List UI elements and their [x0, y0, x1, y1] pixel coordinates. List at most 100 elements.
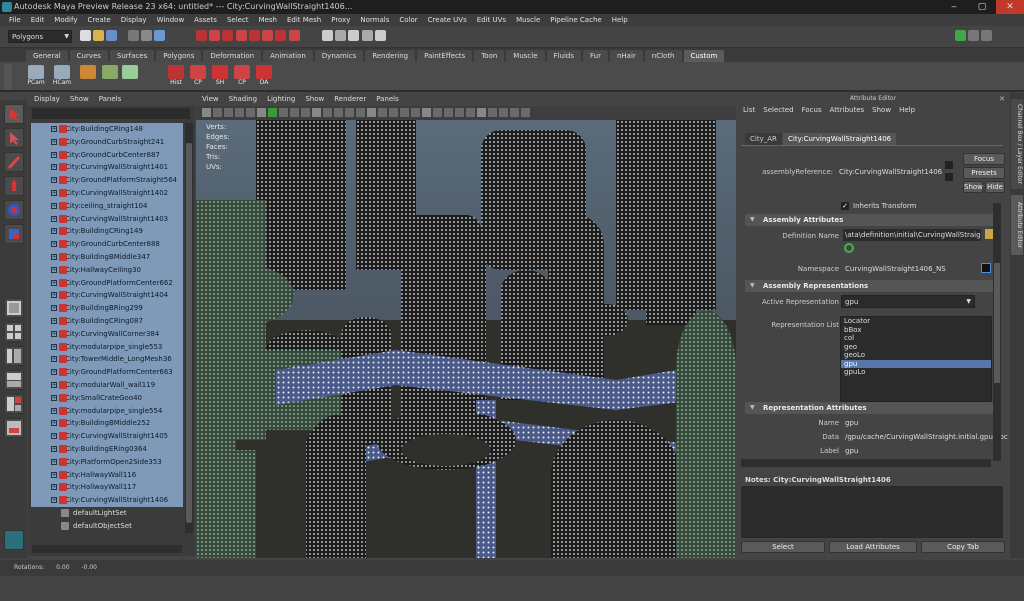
assembly-ref-field[interactable]: City:CurvingWallStraight1406: [839, 168, 942, 176]
rotate-tool-icon[interactable]: [4, 200, 24, 220]
outliner-row[interactable]: + City:HallwayWall116: [31, 468, 183, 482]
namespace-field[interactable]: CurvingWallStraight1406_NS: [845, 265, 946, 273]
expand-plus-icon[interactable]: +: [51, 279, 57, 286]
mask-rendering-icon[interactable]: [275, 30, 287, 41]
outliner-row[interactable]: + City:HallwayCeiling30: [31, 263, 183, 277]
rep-label-field[interactable]: gpu: [845, 447, 858, 455]
ae-menu-item[interactable]: List: [743, 104, 755, 117]
menu-item[interactable]: Help: [607, 14, 633, 26]
snap-plane-icon[interactable]: [361, 30, 373, 41]
rep-data-field[interactable]: /gpu/cache/CurvingWallStraight.initial.g…: [845, 433, 1008, 441]
ae-menu-item[interactable]: Selected: [763, 104, 793, 117]
outliner-row[interactable]: + City:CurvingWallStraight1401: [31, 161, 183, 175]
viewport-tool-icon[interactable]: [488, 108, 497, 117]
viewport-tool-icon[interactable]: [400, 108, 409, 117]
expand-plus-icon[interactable]: +: [51, 164, 57, 171]
expand-plus-icon[interactable]: +: [51, 215, 57, 222]
shelf-button[interactable]: SH: [210, 65, 230, 89]
menu-item[interactable]: Display: [116, 14, 152, 26]
viewport-tool-icon[interactable]: [499, 108, 508, 117]
menu-item[interactable]: Edit Mesh: [282, 14, 326, 26]
viewport-tool-icon[interactable]: [301, 108, 310, 117]
layout-hypershade-icon[interactable]: [4, 394, 24, 414]
expand-plus-icon[interactable]: +: [51, 292, 57, 299]
select-component-icon[interactable]: [154, 30, 166, 41]
shelf-button[interactable]: [78, 65, 98, 89]
expand-plus-icon[interactable]: +: [51, 407, 57, 414]
expand-plus-icon[interactable]: +: [51, 356, 57, 363]
menu-item[interactable]: Create: [82, 14, 115, 26]
layout-single-icon[interactable]: [4, 298, 24, 318]
shelf-button[interactable]: PCam: [26, 65, 46, 89]
shelf-tab[interactable]: nCloth: [644, 50, 682, 62]
expand-plus-icon[interactable]: +: [51, 343, 57, 350]
expand-plus-icon[interactable]: +: [51, 433, 57, 440]
menu-item[interactable]: Muscle: [511, 14, 545, 26]
shelf-tab[interactable]: Curves: [69, 50, 108, 62]
outliner-row[interactable]: + City:BuildingBMiddle252: [31, 417, 183, 431]
assembly-attributes-section[interactable]: Assembly Attributes: [745, 214, 995, 226]
outliner-row[interactable]: + City:CurvingWallCorner384: [31, 327, 183, 341]
expand-plus-icon[interactable]: +: [51, 381, 57, 388]
outliner-row[interactable]: + City:modularWall_wall119: [31, 378, 183, 392]
paint-select-tool-icon[interactable]: [4, 152, 24, 172]
ae-menu-item[interactable]: Show: [872, 104, 891, 117]
active-rep-dropdown[interactable]: gpu ▼: [841, 295, 975, 308]
snap-grid-icon[interactable]: [322, 30, 333, 41]
viewport-menu-item[interactable]: Renderer: [334, 93, 366, 106]
outliner-row[interactable]: + City:GroundPlatformStraight564: [31, 174, 183, 187]
viewport-tool-icon[interactable]: [466, 108, 475, 117]
outliner-row[interactable]: + City:BuildingCRing087: [31, 314, 183, 328]
shelf-tab[interactable]: Surfaces: [109, 50, 155, 62]
menu-item[interactable]: Window: [152, 14, 190, 26]
mask-deformations-icon[interactable]: [248, 30, 260, 41]
outliner-filter-field[interactable]: [32, 108, 190, 119]
mask-dynamics-icon[interactable]: [262, 30, 274, 41]
representation-list[interactable]: Locator bBox col geo geoLo gpu gpuLo: [840, 316, 992, 402]
shelf-tab[interactable]: PaintEffects: [417, 50, 473, 62]
expand-plus-icon[interactable]: +: [51, 266, 57, 273]
expand-plus-icon[interactable]: +: [51, 369, 57, 376]
representation-item[interactable]: gpuLo: [841, 368, 991, 377]
outliner-row[interactable]: + City:GroundCurbCenter887: [31, 148, 183, 162]
outliner-row[interactable]: + City:BuildingBRing299: [31, 302, 183, 315]
viewport-tool-icon[interactable]: [389, 108, 398, 117]
city-scene-3d-view[interactable]: Verts: Edges: Faces: Tris: UVs:: [196, 120, 736, 558]
outliner-set-row[interactable]: defaultLightSet: [31, 507, 183, 520]
viewport-menu-item[interactable]: Shading: [229, 93, 257, 106]
shelf-tab[interactable]: Custom: [683, 50, 725, 62]
expand-plus-icon[interactable]: +: [51, 241, 57, 248]
shelf-options-handle[interactable]: [4, 64, 12, 90]
outliner-row[interactable]: + City:BuildingERing0364: [31, 442, 183, 456]
representation-item[interactable]: gpu: [841, 359, 991, 368]
select-tool-icon[interactable]: [4, 104, 24, 124]
open-scene-icon[interactable]: [93, 30, 105, 41]
shelf-tab[interactable]: General: [26, 50, 68, 62]
mask-curves-icon[interactable]: [222, 30, 234, 41]
ae-scroll-thumb[interactable]: [994, 263, 1000, 383]
outliner-menu-item[interactable]: Show: [70, 93, 89, 106]
layout-persp-graph-icon[interactable]: [4, 370, 24, 390]
reload-icon[interactable]: [844, 243, 854, 253]
perspective-viewport[interactable]: View Shading Lighting Show Renderer Panels: [196, 93, 736, 558]
menu-set-selector[interactable]: Polygons ▼: [8, 30, 72, 43]
viewport-tool-icon[interactable]: [367, 108, 376, 117]
menu-item[interactable]: Normals: [355, 14, 394, 26]
show-button[interactable]: Show: [963, 181, 983, 193]
outliner-row[interactable]: + City:CurvingWallStraight1404: [31, 289, 183, 303]
representation-item[interactable]: bBox: [841, 326, 991, 335]
representation-item[interactable]: geo: [841, 343, 991, 352]
shelf-button[interactable]: CP: [232, 65, 252, 89]
viewport-tool-icon[interactable]: [235, 108, 244, 117]
presets-button[interactable]: Presets: [963, 167, 1005, 179]
menu-item[interactable]: Edit UVs: [472, 14, 511, 26]
viewport-tool-icon[interactable]: [323, 108, 332, 117]
expand-plus-icon[interactable]: +: [51, 189, 57, 196]
menu-item[interactable]: Modify: [49, 14, 82, 26]
shelf-tab[interactable]: Deformation: [203, 50, 262, 62]
outliner-row[interactable]: + City:PlatformOpen2Side353: [31, 455, 183, 469]
viewport-tool-icon[interactable]: [290, 108, 299, 117]
shelf-tab[interactable]: Rendering: [365, 50, 416, 62]
ae-menu-item[interactable]: Attributes: [830, 104, 865, 117]
viewport-tool-icon[interactable]: [444, 108, 453, 117]
